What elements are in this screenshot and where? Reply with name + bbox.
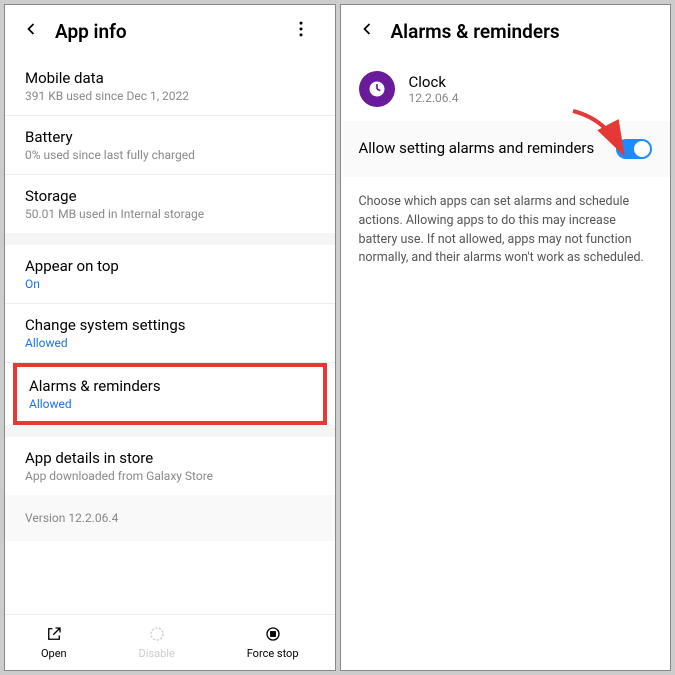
version-label: Version 12.2.06.4 bbox=[5, 495, 335, 541]
storage-item[interactable]: Storage 50.01 MB used in Internal storag… bbox=[5, 175, 335, 233]
right-screen: Alarms & reminders Clock 12.2.06.4 Allow… bbox=[340, 4, 672, 671]
toggle-switch[interactable] bbox=[616, 139, 652, 159]
app-info: Clock 12.2.06.4 bbox=[409, 73, 459, 105]
change-system-settings-item[interactable]: Change system settings Allowed bbox=[5, 304, 335, 363]
force-stop-button[interactable]: Force stop bbox=[247, 625, 299, 660]
allow-alarms-row[interactable]: Allow setting alarms and reminders bbox=[341, 121, 671, 177]
page-title: App info bbox=[55, 20, 269, 43]
bottom-bar: Open Disable Force stop bbox=[5, 614, 335, 670]
more-icon[interactable] bbox=[283, 19, 319, 43]
app-row: Clock 12.2.06.4 bbox=[341, 57, 671, 121]
description: Choose which apps can set alarms and sch… bbox=[341, 177, 671, 284]
header: Alarms & reminders bbox=[341, 5, 671, 57]
appear-on-top-item[interactable]: Appear on top On bbox=[5, 245, 335, 304]
mobile-data-item[interactable]: Mobile data 391 KB used since Dec 1, 202… bbox=[5, 57, 335, 116]
left-screen: App info Mobile data 391 KB used since D… bbox=[4, 4, 336, 671]
back-icon[interactable] bbox=[357, 19, 377, 43]
page-title: Alarms & reminders bbox=[391, 20, 655, 43]
back-icon[interactable] bbox=[21, 19, 41, 43]
divider bbox=[5, 425, 335, 437]
header: App info bbox=[5, 5, 335, 57]
app-details-item[interactable]: App details in store App downloaded from… bbox=[5, 437, 335, 495]
disable-button: Disable bbox=[139, 625, 175, 660]
alarms-reminders-item[interactable]: Alarms & reminders Allowed bbox=[13, 363, 327, 425]
clock-icon bbox=[359, 71, 395, 107]
divider bbox=[5, 233, 335, 245]
open-button[interactable]: Open bbox=[41, 625, 67, 660]
battery-item[interactable]: Battery 0% used since last fully charged bbox=[5, 116, 335, 175]
